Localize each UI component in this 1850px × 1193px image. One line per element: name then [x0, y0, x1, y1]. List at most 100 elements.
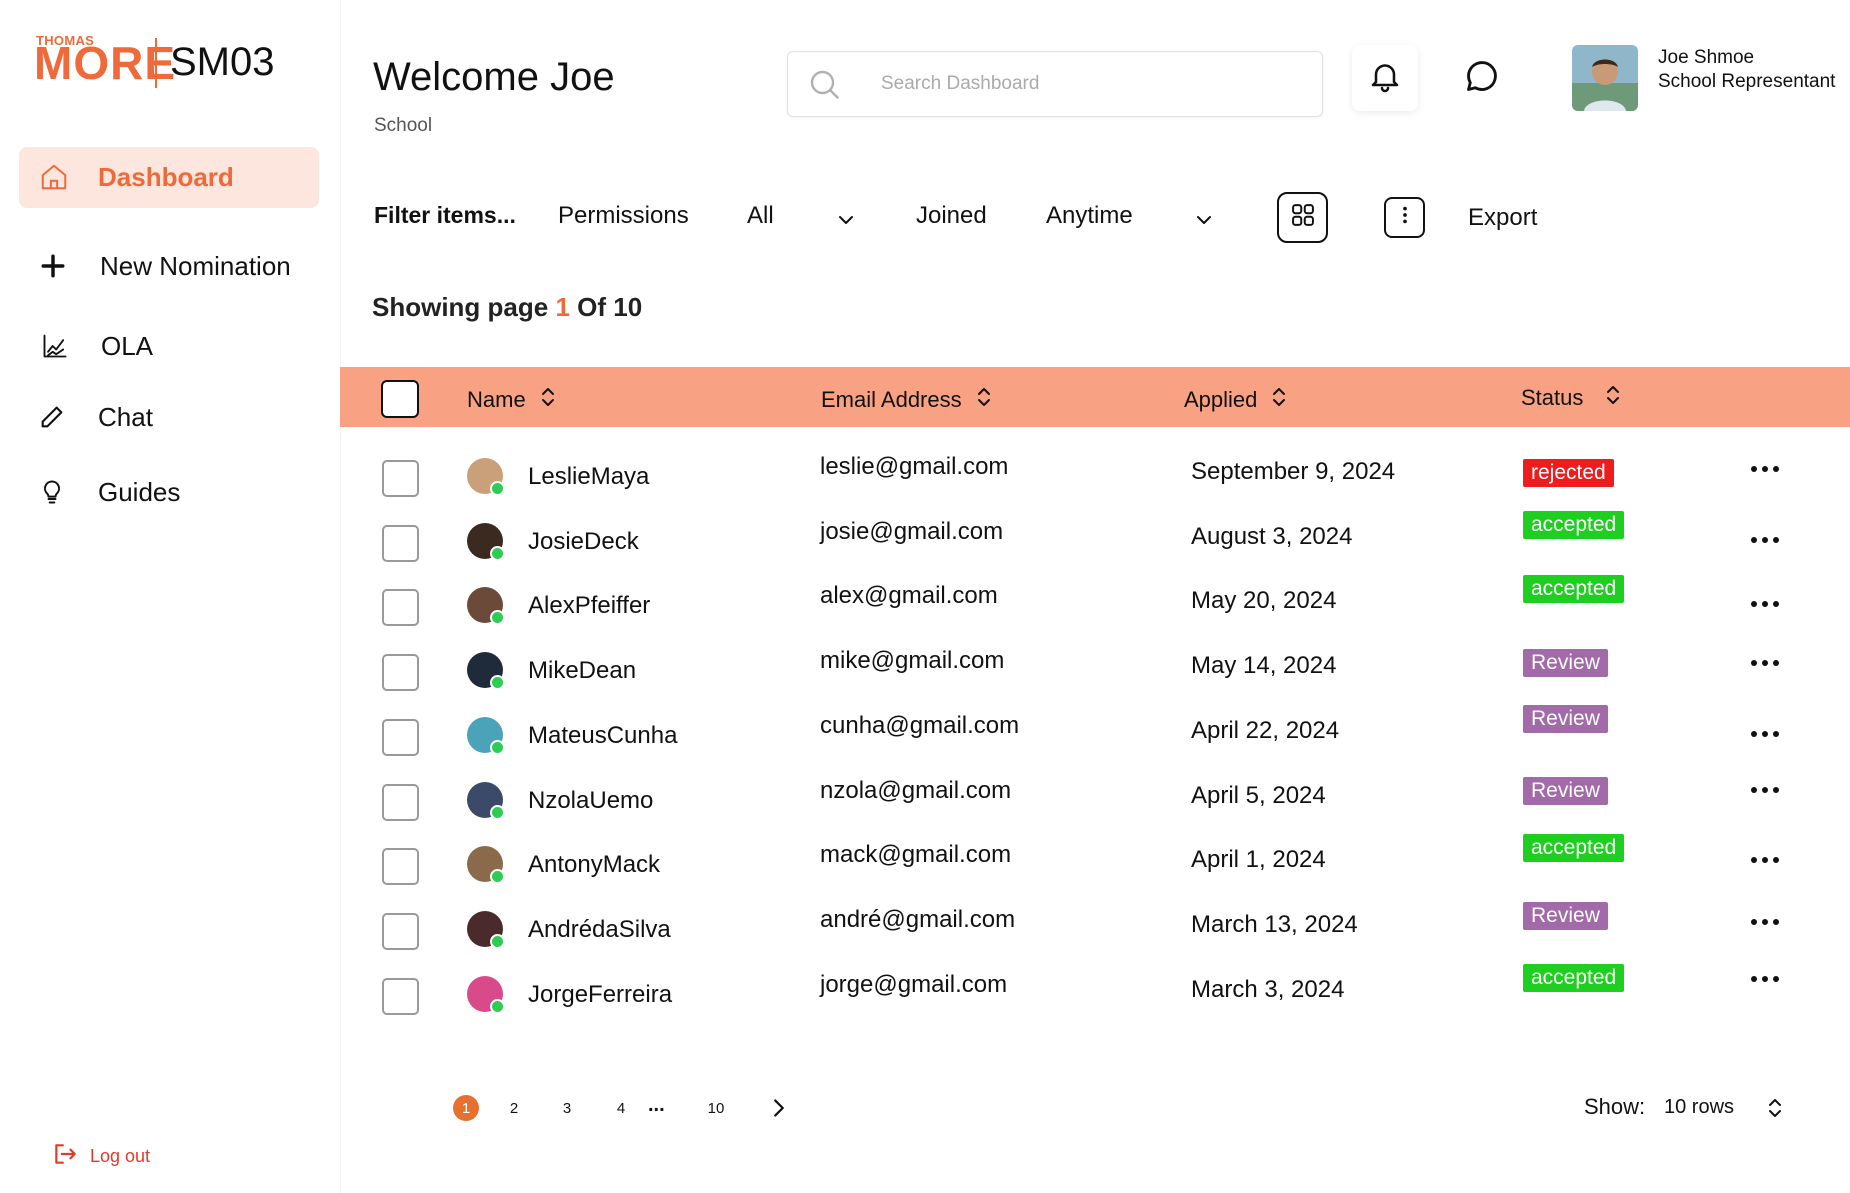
chevron-down-icon[interactable]: [1192, 208, 1216, 237]
row-checkbox[interactable]: [382, 589, 419, 626]
grid-view-button[interactable]: [1277, 192, 1328, 243]
row-applied-date: April 22, 2024: [1191, 717, 1340, 744]
filter-anytime-dropdown[interactable]: Anytime: [1046, 202, 1133, 230]
column-label: Email Address: [821, 387, 962, 412]
online-status-dot: [490, 805, 505, 820]
page-title: Welcome Joe: [373, 55, 615, 99]
row-actions-button[interactable]: [1745, 648, 1785, 678]
sidebar-item-new-nomination[interactable]: New Nomination: [36, 249, 291, 283]
row-checkbox[interactable]: [382, 654, 419, 691]
row-email: mack@gmail.com: [820, 841, 1012, 868]
avatar: [467, 458, 505, 496]
table-row[interactable]: AlexPfeiffer alex@gmail.com May 20, 2024 ac…: [340, 575, 1850, 639]
table-header: [340, 367, 1850, 427]
sidebar-item-label: Guides: [98, 476, 181, 507]
table-row[interactable]: JosieDeck josie@gmail.com August 3, 2024 ac…: [340, 511, 1850, 575]
page-subtitle: School: [374, 115, 433, 136]
status-badge: accepted: [1523, 511, 1625, 539]
column-header-email[interactable]: Email Address: [821, 386, 992, 414]
messages-button[interactable]: [1459, 55, 1505, 101]
rows-per-page-select[interactable]: 10 rows: [1664, 1096, 1734, 1119]
row-name: MikeDean: [528, 657, 637, 684]
row-applied-date: May 14, 2024: [1191, 652, 1337, 679]
row-name: AntonyMack: [528, 851, 661, 878]
table-row[interactable]: MateusCunha cunha@gmail.com April 22, 2024…: [340, 705, 1850, 769]
online-status-dot: [490, 675, 505, 690]
column-header-name[interactable]: Name: [467, 386, 556, 414]
row-actions-button[interactable]: [1745, 964, 1785, 994]
page-button-3[interactable]: 3: [554, 1095, 580, 1121]
row-actions-button[interactable]: [1745, 454, 1785, 484]
table-row[interactable]: AntonyMack mack@gmail.com April 1, 2024 acc…: [340, 834, 1850, 898]
avatar: [467, 911, 505, 949]
more-options-button[interactable]: [1384, 197, 1425, 238]
filter-label: Filter items...: [374, 202, 516, 228]
row-actions-button[interactable]: [1745, 719, 1785, 749]
sidebar-item-ola[interactable]: OLA: [38, 329, 153, 363]
bell-icon: [1367, 58, 1403, 99]
paging-info: Showing page 1 Of 10: [372, 292, 642, 323]
row-actions-button[interactable]: [1745, 845, 1785, 875]
more-horizontal-icon: [1750, 654, 1780, 672]
status-badge: Review: [1523, 777, 1608, 805]
column-header-applied[interactable]: Applied: [1184, 386, 1287, 414]
sidebar-item-dashboard[interactable]: Dashboard: [37, 160, 234, 194]
row-checkbox[interactable]: [382, 848, 419, 885]
filter-joined[interactable]: Joined: [916, 202, 987, 230]
row-actions-button[interactable]: [1745, 907, 1785, 937]
chevron-down-icon[interactable]: [834, 208, 858, 237]
online-status-dot: [490, 610, 505, 625]
select-all-checkbox[interactable]: [381, 380, 419, 418]
next-page-button[interactable]: [764, 1093, 794, 1128]
table-row[interactable]: AndrédaSilva andré@gmail.com March 13, 202…: [340, 899, 1850, 963]
logout-link[interactable]: Log out: [52, 1141, 150, 1172]
search-box[interactable]: [787, 51, 1323, 117]
chart-icon: [38, 329, 72, 363]
online-status-dot: [490, 934, 505, 949]
avatar: [467, 523, 505, 561]
sidebar-item-chat[interactable]: Chat: [35, 400, 153, 434]
user-role: School Representant: [1658, 71, 1836, 92]
sidebar-item-label: Dashboard: [98, 161, 234, 192]
notifications-button[interactable]: [1352, 45, 1418, 111]
table-row[interactable]: NzolaUemo nzola@gmail.com April 5, 2024 Rev…: [340, 770, 1850, 834]
row-applied-date: September 9, 2024: [1191, 458, 1396, 485]
table-row[interactable]: JorgeFerreira jorge@gmail.com March 3, 202…: [340, 964, 1850, 1028]
row-checkbox[interactable]: [382, 978, 419, 1015]
vertical-dots-icon: [1394, 204, 1416, 231]
user-avatar[interactable]: [1572, 45, 1638, 111]
status-badge: accepted: [1523, 575, 1625, 603]
export-button[interactable]: Export: [1468, 204, 1537, 232]
row-checkbox[interactable]: [382, 460, 419, 497]
row-actions-button[interactable]: [1745, 589, 1785, 619]
status-badge: Review: [1523, 902, 1608, 930]
sidebar-item-label: OLA: [101, 330, 154, 361]
table-row[interactable]: MikeDean mike@gmail.com May 14, 2024 Review: [340, 640, 1850, 704]
row-checkbox[interactable]: [382, 719, 419, 756]
page-button-2[interactable]: 2: [501, 1095, 527, 1121]
row-checkbox[interactable]: [382, 784, 419, 821]
column-label: Applied: [1184, 387, 1258, 412]
filter-permissions[interactable]: Permissions: [558, 202, 689, 230]
row-checkbox[interactable]: [382, 525, 419, 562]
row-email: cunha@gmail.com: [820, 712, 1020, 739]
row-actions-button[interactable]: [1745, 525, 1785, 555]
row-name: MateusCunha: [528, 722, 678, 749]
search-input[interactable]: [879, 72, 1283, 96]
sort-icon[interactable]: [1767, 1096, 1783, 1125]
page-button-4[interactable]: 4: [608, 1095, 634, 1121]
online-status-dot: [490, 481, 505, 496]
row-actions-button[interactable]: [1745, 775, 1785, 805]
sidebar-item-label: Chat: [98, 401, 153, 432]
row-name: JorgeFerreira: [528, 981, 673, 1008]
row-applied-date: March 3, 2024: [1191, 976, 1345, 1003]
sidebar-item-guides[interactable]: Guides: [35, 475, 180, 509]
filter-all-dropdown[interactable]: All: [747, 202, 774, 230]
table-row[interactable]: LeslieMaya leslie@gmail.com September 9, 2…: [340, 446, 1850, 510]
column-header-status[interactable]: Status: [1521, 384, 1621, 412]
row-checkbox[interactable]: [382, 913, 419, 950]
row-email: nzola@gmail.com: [820, 777, 1012, 804]
row-name: LeslieMaya: [528, 463, 650, 490]
page-button-1[interactable]: 1: [453, 1095, 479, 1121]
page-button-last[interactable]: 10: [703, 1095, 729, 1121]
